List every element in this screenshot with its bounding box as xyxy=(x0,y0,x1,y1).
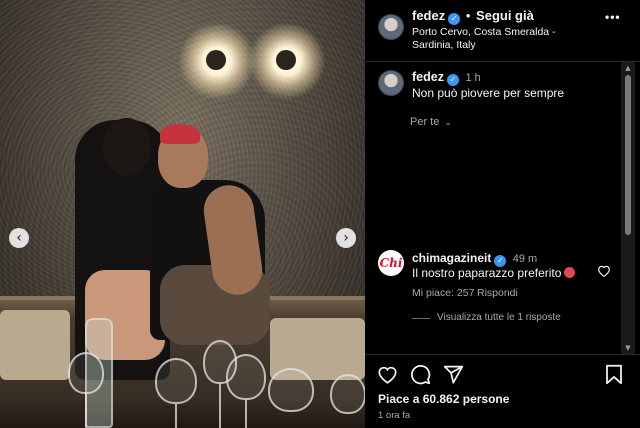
comment-text: Il nostro paparazzo preferito xyxy=(412,266,576,280)
translation-label: Per te xyxy=(410,116,440,128)
avatar[interactable] xyxy=(378,14,404,40)
post-username[interactable]: fedez xyxy=(412,8,445,23)
heart-icon[interactable] xyxy=(377,365,398,384)
follow-state-button[interactable]: Segui già xyxy=(476,8,534,23)
comment-username[interactable]: chimagazineit xyxy=(412,251,491,265)
separator-dot: • xyxy=(465,8,471,23)
chevron-down-icon: ⌄ xyxy=(444,118,452,128)
person-woman-head xyxy=(103,118,151,176)
cushion-left xyxy=(0,310,70,380)
wall-lamp-right-core xyxy=(276,50,296,70)
wine-glass-stem xyxy=(245,400,247,428)
replies-divider xyxy=(412,318,430,319)
post-photo[interactable]: ‹ › xyxy=(0,0,365,428)
heart-emoji-icon xyxy=(564,267,576,278)
more-options-button[interactable]: ••• xyxy=(605,10,621,24)
comment-time: 49 m xyxy=(512,253,538,265)
wine-glass xyxy=(68,352,104,394)
share-icon[interactable] xyxy=(443,364,464,385)
comment-likes[interactable]: Mi piace: 257 xyxy=(412,287,474,299)
wine-glass xyxy=(268,368,314,412)
wall-lamp-left-core xyxy=(206,50,226,70)
verified-icon: ✓ xyxy=(446,74,459,86)
caption-header: fedez ✓ 1 h xyxy=(412,70,481,86)
bookmark-icon[interactable] xyxy=(605,364,623,385)
red-cap xyxy=(160,124,200,144)
post-location[interactable]: Porto Cervo, Costa Smeralda - Sardinia, … xyxy=(412,26,597,52)
comment-text-content: Il nostro paparazzo preferito xyxy=(412,266,562,280)
translation-toggle[interactable]: Per te ⌄ xyxy=(410,116,452,128)
scroll-up-icon[interactable]: ▲ xyxy=(621,62,635,74)
verified-icon: ✓ xyxy=(448,13,461,25)
wine-glass xyxy=(330,374,365,414)
wine-glass-stem xyxy=(175,404,177,428)
likes-count[interactable]: Piace a 60.862 persone xyxy=(378,392,509,406)
post-side-panel: fedez ✓ • Segui già Porto Cervo, Costa Sm… xyxy=(365,0,640,428)
post-header: fedez ✓ • Segui già Porto Cervo, Costa Sm… xyxy=(365,0,640,62)
wine-glass-stem xyxy=(219,384,221,428)
comment-header: chimagazineit ✓ 49 m xyxy=(412,251,537,267)
caption-time: 1 h xyxy=(465,72,481,84)
post-time: 1 ora fa xyxy=(378,410,411,421)
comment-icon[interactable] xyxy=(410,364,431,385)
avatar[interactable] xyxy=(378,70,404,96)
comment-reply-button[interactable]: Rispondi xyxy=(477,287,518,299)
carousel-prev-button[interactable]: ‹ xyxy=(9,228,29,248)
comment-avatar[interactable]: Chi xyxy=(378,250,404,276)
view-replies-button[interactable]: Visualizza tutte le 1 risposte xyxy=(437,312,561,323)
scrollbar-thumb[interactable] xyxy=(625,75,631,235)
wine-glass xyxy=(226,354,266,400)
wine-glass-stem xyxy=(85,394,87,428)
caption-text: Non può piovere per sempre xyxy=(412,86,565,100)
carousel-next-button[interactable]: › xyxy=(336,228,356,248)
post-footer: Piace a 60.862 persone 1 ora fa xyxy=(365,354,640,428)
post-author: fedez ✓ • Segui già xyxy=(412,8,534,25)
comment-like-icon[interactable] xyxy=(597,264,611,277)
caption-username[interactable]: fedez xyxy=(412,70,444,84)
wine-glass xyxy=(155,358,197,404)
scroll-down-icon[interactable]: ▼ xyxy=(621,342,635,354)
